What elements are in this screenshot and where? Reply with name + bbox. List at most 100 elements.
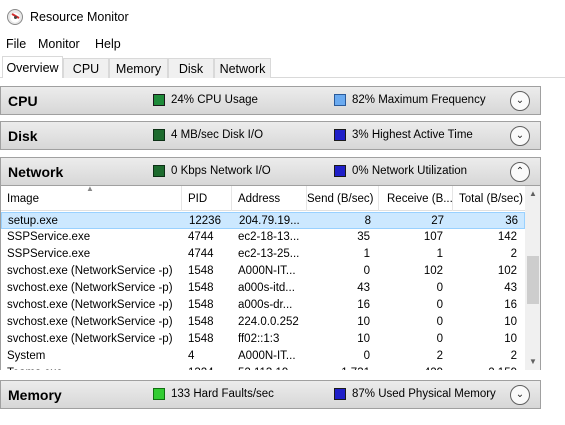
physical-memory-stat: 87% Used Physical Memory <box>334 388 496 400</box>
table-row[interactable]: System 4 A000N-IT... 0 2 2 <box>1 348 525 365</box>
hard-faults-text: 133 Hard Faults/sec <box>171 388 274 400</box>
network-utilization-text: 0% Network Utilization <box>352 165 468 177</box>
cell-receive: 102 <box>423 265 443 277</box>
tab-network[interactable]: Network <box>214 58 271 78</box>
cell-receive: 0 <box>436 316 443 328</box>
cell-address: a000s-itd... <box>238 282 295 294</box>
cell-pid: 4744 <box>188 248 214 260</box>
network-panel-header[interactable]: Network 0 Kbps Network I/O 0% Network Ut… <box>0 157 541 186</box>
column-total[interactable]: Total (B/sec) <box>452 186 525 211</box>
cell-address: A000N-IT... <box>238 350 296 362</box>
disk-panel-header[interactable]: Disk 4 MB/sec Disk I/O 3% Highest Active… <box>0 121 541 150</box>
cell-total: 2 <box>510 248 517 260</box>
cell-receive: 429 <box>378 367 443 370</box>
legend-swatch <box>153 165 165 177</box>
disk-io-stat: 4 MB/sec Disk I/O <box>153 129 263 141</box>
cpu-usage-text: 24% CPU Usage <box>171 94 258 106</box>
memory-panel-header[interactable]: Memory 133 Hard Faults/sec 87% Used Phys… <box>0 380 541 409</box>
cell-image: System <box>7 350 46 362</box>
cell-address: A000N-IT... <box>238 265 296 277</box>
active-time-text: 3% Highest Active Time <box>352 129 473 141</box>
cell-address: 52.113.19... <box>238 367 304 370</box>
cell-receive: 0 <box>436 299 443 311</box>
cell-address: ec2-18-13... <box>238 231 300 243</box>
menu-monitor[interactable]: Monitor <box>38 37 80 51</box>
scroll-up-icon[interactable]: ▲ <box>525 186 540 202</box>
table-row[interactable]: svchost.exe (NetworkService -p) 1548 A000N… <box>1 263 525 280</box>
active-time-stat: 3% Highest Active Time <box>334 129 473 141</box>
tab-disk[interactable]: Disk <box>168 58 214 78</box>
tab-memory[interactable]: Memory <box>109 58 168 78</box>
cpu-panel-header[interactable]: CPU 24% CPU Usage 82% Maximum Frequency … <box>0 86 541 115</box>
sort-ascending-icon: ▲ <box>86 186 94 193</box>
cell-image: setup.exe <box>8 215 58 227</box>
legend-swatch <box>334 388 346 400</box>
cell-send: 43 <box>357 282 370 294</box>
cell-pid: 1324 <box>188 367 230 370</box>
panel-title: CPU <box>8 93 38 109</box>
vertical-scrollbar[interactable]: ▲ ▼ <box>525 186 540 370</box>
cell-send: 10 <box>357 333 370 345</box>
disk-io-text: 4 MB/sec Disk I/O <box>171 129 264 141</box>
network-io-stat: 0 Kbps Network I/O <box>153 165 271 177</box>
scrollbar-thumb[interactable] <box>527 256 539 304</box>
tab-cpu[interactable]: CPU <box>63 58 109 78</box>
chevron-down-icon[interactable]: ⌄ <box>510 126 530 146</box>
column-send[interactable]: Send (B/sec) <box>306 186 378 211</box>
cell-receive: 27 <box>431 215 444 227</box>
chevron-up-icon[interactable]: ⌃ <box>510 162 530 182</box>
menu-help[interactable]: Help <box>95 37 121 51</box>
menu-file[interactable]: File <box>6 37 26 51</box>
table-row[interactable]: svchost.exe (NetworkService -p) 1548 ff02:… <box>1 331 525 348</box>
cell-send: 16 <box>357 299 370 311</box>
table-row[interactable]: svchost.exe (NetworkService -p) 1548 a000s… <box>1 280 525 297</box>
network-table: ▲ Image PID Address Send (B/sec) Receive… <box>0 186 541 370</box>
table-row[interactable]: svchost.exe (NetworkService -p) 1548 224.0… <box>1 314 525 331</box>
panel-title: Memory <box>8 387 62 403</box>
table-row[interactable]: SSPService.exe 4744 ec2-18-13... 35 107 142 <box>1 229 525 246</box>
tab-overview[interactable]: Overview <box>2 56 63 78</box>
network-utilization-stat: 0% Network Utilization <box>334 165 467 177</box>
table-row[interactable]: Teams.exe 1324 52.113.19...1,731 429 2,159 <box>1 365 525 370</box>
cell-address: ec2-13-25... <box>238 248 300 260</box>
cell-pid: 1548 <box>188 333 214 345</box>
table-header: ▲ Image PID Address Send (B/sec) Receive… <box>1 186 525 211</box>
title-bar: Resource Monitor <box>0 0 565 34</box>
legend-swatch <box>153 94 165 106</box>
legend-swatch <box>153 388 165 400</box>
table-row[interactable]: svchost.exe (NetworkService -p) 1548 a000s… <box>1 297 525 314</box>
legend-swatch <box>334 129 346 141</box>
hard-faults-stat: 133 Hard Faults/sec <box>153 388 274 400</box>
cell-address: a000s-dr... <box>238 299 293 311</box>
cell-total: 2 <box>510 350 517 362</box>
legend-swatch <box>334 165 346 177</box>
panel-title: Network <box>8 164 64 180</box>
cell-send: 0 <box>363 265 370 277</box>
physical-memory-text: 87% Used Physical Memory <box>352 388 496 400</box>
cell-total: 102 <box>497 265 517 277</box>
cell-send: 1 <box>363 248 370 260</box>
cell-total: 16 <box>504 299 517 311</box>
tab-strip: Overview CPU Memory Disk Network <box>0 56 565 78</box>
cell-address: ff02::1:3 <box>238 333 280 345</box>
column-image[interactable]: ▲ Image <box>1 186 181 211</box>
scroll-down-icon[interactable]: ▼ <box>525 354 540 370</box>
table-row[interactable]: SSPService.exe 4744 ec2-13-25... 1 1 2 <box>1 246 525 263</box>
column-receive[interactable]: Receive (B... <box>378 186 452 211</box>
table-row[interactable]: setup.exe 12236 204.79.19... 8 27 36 <box>1 212 525 229</box>
cell-send: 1,731 <box>306 367 370 370</box>
column-address[interactable]: Address <box>231 186 306 211</box>
cell-pid: 12236 <box>189 215 221 227</box>
table-rows: setup.exe 12236 204.79.19... 8 27 36 SSPServic… <box>1 212 525 370</box>
column-pid[interactable]: PID <box>181 186 231 211</box>
cell-address: 204.79.19... <box>239 215 300 227</box>
max-frequency-stat: 82% Maximum Frequency <box>334 94 486 106</box>
cell-image: svchost.exe (NetworkService -p) <box>7 333 173 345</box>
max-frequency-text: 82% Maximum Frequency <box>352 94 486 106</box>
cell-pid: 4 <box>188 350 195 362</box>
cell-receive: 0 <box>436 282 443 294</box>
cell-send: 0 <box>363 350 370 362</box>
cell-pid: 1548 <box>188 265 214 277</box>
chevron-down-icon[interactable]: ⌄ <box>510 385 530 405</box>
chevron-down-icon[interactable]: ⌄ <box>510 91 530 111</box>
